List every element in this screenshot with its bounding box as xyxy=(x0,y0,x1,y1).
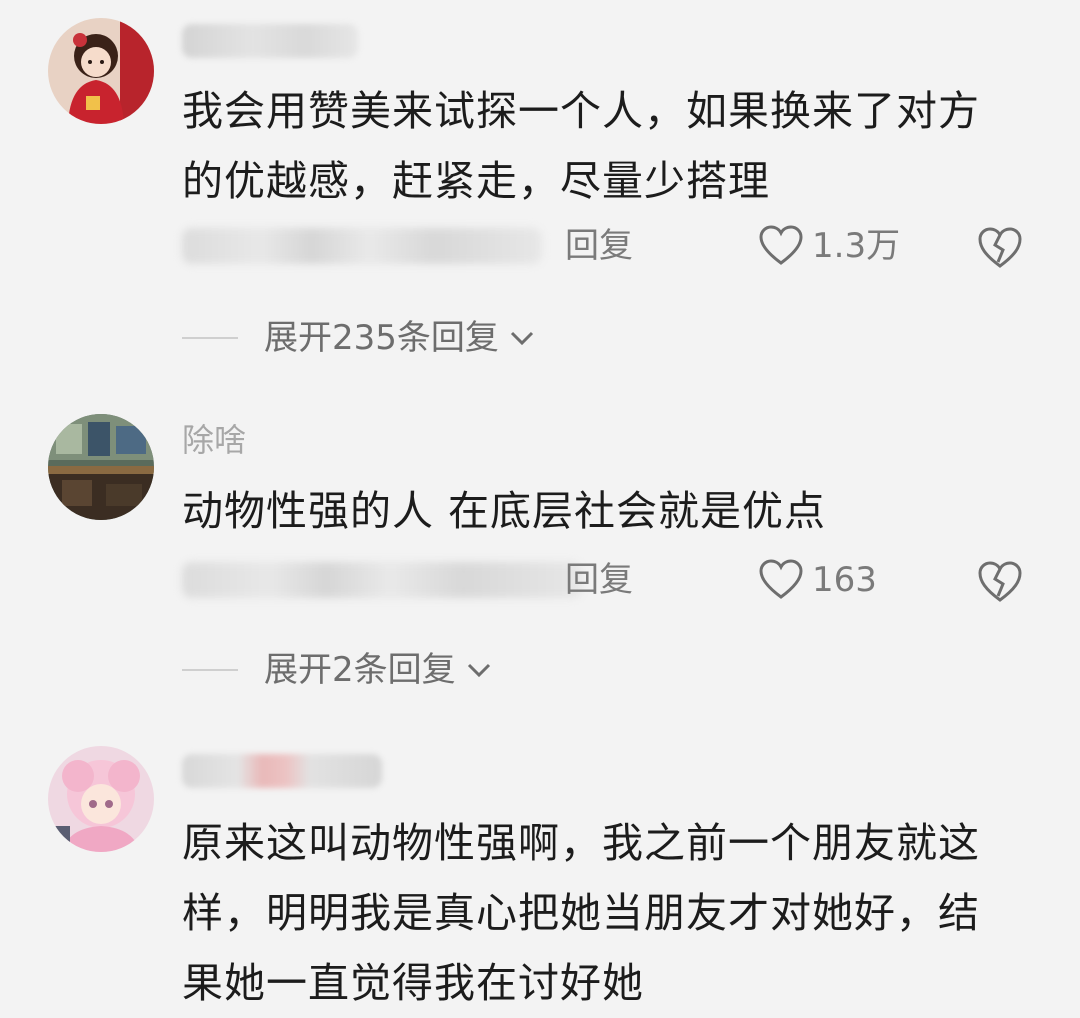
divider-line xyxy=(182,337,238,339)
chevron-down-icon xyxy=(467,663,490,678)
expand-replies-button[interactable]: 展开235条回复 xyxy=(182,316,535,360)
comment-text: 原来这叫动物性强啊，我之前一个朋友就这样，明明我是真心把她当朋友才对她好，结果她… xyxy=(182,819,980,1007)
comment-meta-blurred xyxy=(182,228,542,264)
comment-meta-blurred xyxy=(182,562,582,598)
user-avatar[interactable] xyxy=(48,18,154,124)
like-button[interactable]: 1.3万 xyxy=(758,225,901,266)
user-avatar[interactable] xyxy=(48,746,154,852)
broken-heart-icon xyxy=(978,227,1022,268)
username[interactable]: 除啥 xyxy=(182,420,246,460)
heart-icon xyxy=(759,225,803,265)
broken-heart-icon xyxy=(978,561,1022,602)
chevron-down-icon xyxy=(510,331,533,346)
comment-text: 动物性强的人 在底层社会就是优点 xyxy=(182,487,827,535)
expand-replies-label: 展开2条回复 xyxy=(264,650,456,690)
room-avatar-icon xyxy=(48,414,154,520)
like-button[interactable]: 163 xyxy=(758,559,877,600)
anime-avatar-icon xyxy=(48,746,154,852)
like-count: 163 xyxy=(812,560,877,600)
username-blurred xyxy=(182,24,358,58)
reply-button[interactable]: 回复 xyxy=(565,560,633,600)
divider-line xyxy=(182,669,238,671)
like-count: 1.3万 xyxy=(812,226,901,266)
comment-text: 我会用赞美来试探一个人，如果换来了对方的优越感，赶紧走，尽量少搭理 xyxy=(182,87,980,205)
user-avatar[interactable] xyxy=(48,414,154,520)
dislike-button[interactable] xyxy=(976,226,1024,270)
reply-button[interactable]: 回复 xyxy=(565,226,633,266)
expand-replies-label: 展开235条回复 xyxy=(264,318,499,358)
username-blurred xyxy=(182,754,382,788)
girl-avatar-icon xyxy=(48,18,154,124)
dislike-button[interactable] xyxy=(976,560,1024,604)
heart-icon xyxy=(759,559,803,599)
expand-replies-button[interactable]: 展开2条回复 xyxy=(182,648,492,692)
